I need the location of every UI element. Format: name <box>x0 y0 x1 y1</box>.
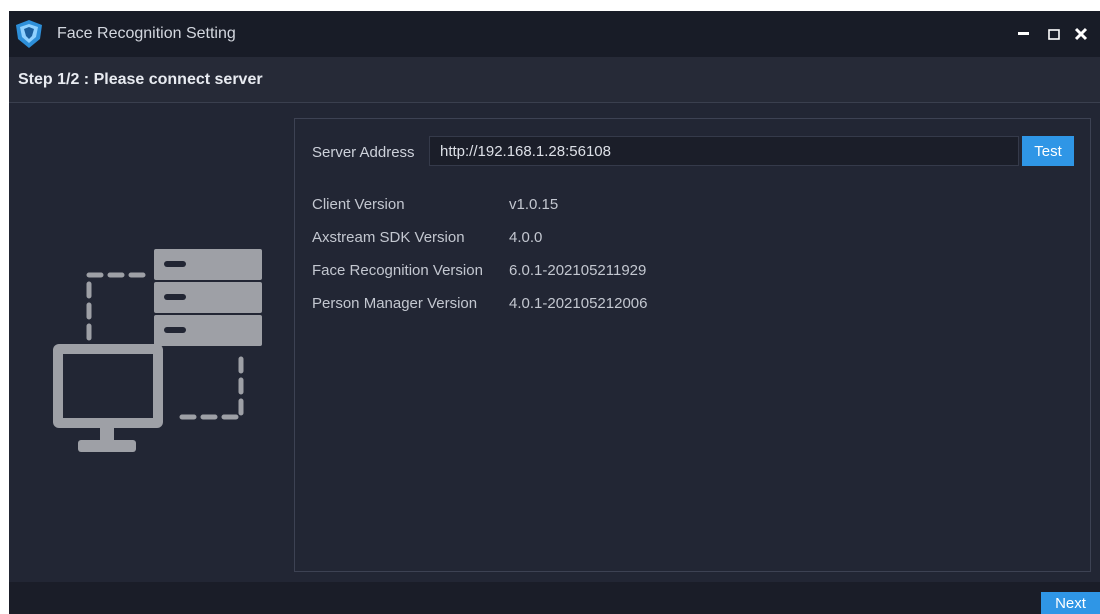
step-title: Step 1/2 : Please connect server <box>18 71 263 88</box>
title-bar[interactable]: Face Recognition Setting <box>9 11 1100 57</box>
client-version-label: Client Version <box>312 196 405 213</box>
server-address-input[interactable] <box>429 136 1019 166</box>
person-manager-version-value: 4.0.1-202105212006 <box>509 295 648 312</box>
person-manager-version-label: Person Manager Version <box>312 295 478 312</box>
window-title: Face Recognition Setting <box>57 25 236 42</box>
minimize-icon[interactable] <box>1013 21 1035 45</box>
next-button[interactable]: Next <box>1041 592 1100 614</box>
client-version-value: v1.0.15 <box>509 196 559 213</box>
app-logo-icon <box>16 20 42 48</box>
footer-bar: Next <box>9 582 1100 614</box>
axstream-sdk-version-label: Axstream SDK Version <box>312 229 465 246</box>
server-stack-icon <box>154 249 262 346</box>
server-address-label: Server Address <box>312 144 415 161</box>
test-button[interactable]: Test <box>1022 136 1074 166</box>
maximize-icon[interactable] <box>1043 21 1065 45</box>
server-settings-panel: Server Address Test Client Version v1.0.… <box>294 118 1091 572</box>
server-connection-illustration <box>53 249 262 452</box>
face-recognition-version-label: Face Recognition Version <box>312 262 483 279</box>
setup-window: Face Recognition Setting Step 1/2 : Plea… <box>9 11 1100 614</box>
axstream-sdk-version-value: 4.0.0 <box>509 229 543 246</box>
step-header: Step 1/2 : Please connect server <box>9 57 1100 103</box>
close-icon[interactable] <box>1070 21 1092 45</box>
monitor-icon <box>53 344 163 452</box>
face-recognition-version-value: 6.0.1-202105211929 <box>509 262 647 279</box>
